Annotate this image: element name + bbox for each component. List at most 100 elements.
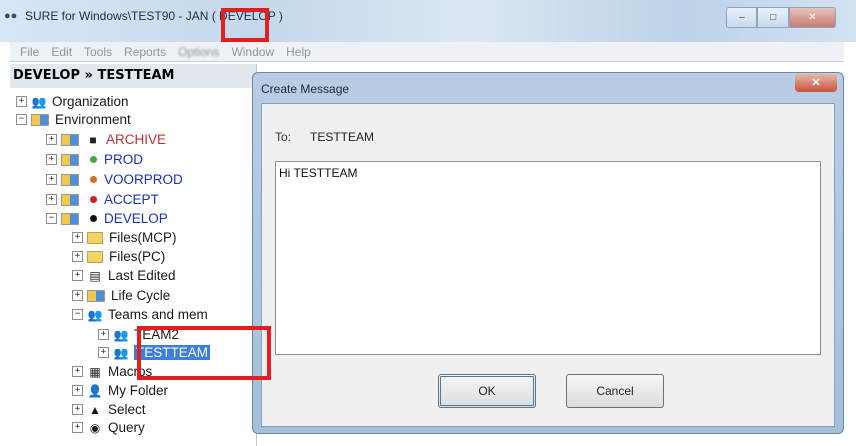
message-textarea[interactable]: Hi TESTTEAM	[275, 161, 821, 355]
expand-icon[interactable]: +	[16, 96, 27, 107]
cancel-button-label: Cancel	[596, 384, 634, 398]
title-bar: ●● SURE for Windows\TEST90 - JAN ( DEVEL…	[0, 0, 856, 42]
environment-icon	[61, 133, 79, 146]
tree-item-label: Teams and mem	[108, 307, 208, 322]
tree-item-label: ACCEPT	[104, 192, 159, 207]
menu-help[interactable]: Help	[286, 45, 311, 59]
expand-icon[interactable]: +	[72, 366, 83, 377]
close-icon: ✕	[808, 12, 817, 23]
tree-item-label: DEVELOP	[104, 211, 168, 226]
dialog-close-button[interactable]: ✕	[795, 74, 837, 92]
lifecycle-icon	[87, 289, 105, 302]
environment-icon	[61, 212, 79, 225]
highlight-box-title	[221, 8, 269, 42]
expand-icon[interactable]: +	[72, 232, 83, 243]
collapse-icon[interactable]: −	[72, 309, 83, 320]
expand-icon[interactable]: +	[72, 251, 83, 262]
create-message-dialog: Create Message ✕ To: TESTTEAM Hi TESTTEA…	[252, 72, 844, 434]
menu-file[interactable]: File	[20, 45, 39, 59]
close-button[interactable]: ✕	[788, 7, 836, 28]
menu-edit[interactable]: Edit	[51, 45, 72, 59]
macro-icon: ▦	[89, 364, 101, 379]
tree-item-label: Environment	[55, 112, 131, 127]
environment-icon	[61, 153, 79, 166]
expand-icon[interactable]: +	[46, 194, 57, 205]
status-dot-icon	[90, 156, 97, 163]
window-controls: – □ ✕	[726, 7, 836, 28]
expand-icon[interactable]: +	[72, 404, 83, 415]
app-icon: ●●	[4, 10, 18, 22]
dialog-title: Create Message	[261, 82, 350, 96]
binoculars-icon: ◉	[89, 420, 101, 435]
tree-item-teams[interactable]: − 👥 Teams and mem	[72, 305, 208, 324]
archive-icon: ■	[89, 132, 97, 147]
tree-item-label: Query	[108, 420, 145, 435]
close-icon: ✕	[811, 77, 821, 89]
folder-icon	[87, 231, 103, 244]
tree-panel: DEVELOP » TESTTEAM + 👥 Organization − En…	[10, 64, 257, 446]
ok-button-label: OK	[478, 384, 496, 398]
tree-item-label: Select	[108, 402, 146, 417]
tree-item-label: My Folder	[108, 383, 169, 398]
menu-bar: File Edit Tools Reports Options Window H…	[10, 42, 844, 62]
document-icon: ▤	[89, 268, 101, 283]
expand-icon[interactable]: +	[72, 385, 83, 396]
cancel-button[interactable]: Cancel	[566, 374, 664, 408]
tree-item-life-cycle[interactable]: + Life Cycle	[72, 286, 170, 305]
environment-icon	[61, 193, 79, 206]
tree-item-label: PROD	[104, 152, 144, 167]
menu-reports[interactable]: Reports	[124, 45, 166, 59]
tree-item-files-pc[interactable]: + Files(PC)	[72, 247, 165, 266]
tree-item-my-folder[interactable]: + 👤 My Folder	[72, 381, 168, 400]
menu-window[interactable]: Window	[231, 45, 274, 59]
tree-item-files-mcp[interactable]: + Files(MCP)	[72, 228, 177, 247]
expand-icon[interactable]: +	[46, 134, 57, 145]
tree-item-last-edited[interactable]: + ▤ Last Edited	[72, 266, 176, 285]
collapse-icon[interactable]: −	[46, 213, 57, 224]
tree-item-voorprod[interactable]: + VOORPROD	[46, 170, 183, 189]
menu-tools[interactable]: Tools	[84, 45, 112, 59]
menu-options[interactable]: Options	[178, 45, 219, 59]
status-dot-icon	[90, 215, 97, 222]
minimize-icon: –	[738, 12, 745, 23]
tree-item-archive[interactable]: + ■ ARCHIVE	[46, 130, 166, 149]
ok-button[interactable]: OK	[438, 374, 536, 408]
tree-item-label: Files(PC)	[109, 249, 166, 264]
highlight-box-testteam	[137, 326, 271, 380]
tree-item-label: Life Cycle	[111, 288, 171, 303]
expand-icon[interactable]: +	[72, 270, 83, 281]
tree-item-label: Last Edited	[108, 268, 176, 283]
collapse-icon[interactable]: −	[16, 114, 27, 125]
status-dot-icon	[90, 176, 97, 183]
expand-icon[interactable]: +	[98, 347, 109, 358]
people-icon: 👥	[113, 327, 129, 342]
maximize-button[interactable]: □	[757, 7, 789, 28]
tree-item-label: Organization	[52, 94, 129, 109]
people-icon: 👥	[87, 307, 103, 322]
people-icon: 👥	[113, 345, 129, 360]
expand-icon[interactable]: +	[72, 290, 83, 301]
tree-item-prod[interactable]: + PROD	[46, 150, 143, 169]
environment-icon	[31, 113, 49, 126]
to-label: To:	[275, 130, 292, 144]
select-icon: ▲	[89, 402, 101, 417]
tree-item-select[interactable]: + ▲ Select	[72, 400, 146, 419]
tree-item-label: VOORPROD	[104, 172, 183, 187]
tree-item-query[interactable]: + ◉ Query	[72, 418, 145, 437]
window-title-main: SURE for Windows\TEST90	[25, 9, 176, 23]
tree-item-develop[interactable]: − DEVELOP	[46, 209, 168, 228]
status-dot-icon	[90, 196, 97, 203]
dialog-body: To: TESTTEAM Hi TESTTEAM OK Cancel	[261, 103, 835, 427]
expand-icon[interactable]: +	[46, 174, 57, 185]
minimize-button[interactable]: –	[726, 7, 758, 28]
tree-item-organization[interactable]: + 👥 Organization	[16, 92, 129, 111]
tree-item-environment[interactable]: − Environment	[16, 110, 131, 129]
user-folder-icon: 👤	[87, 383, 103, 398]
expand-icon[interactable]: +	[46, 154, 57, 165]
people-icon: 👥	[31, 94, 47, 109]
maximize-icon: □	[770, 12, 777, 23]
tree-item-label: ARCHIVE	[106, 132, 167, 147]
expand-icon[interactable]: +	[72, 422, 83, 433]
expand-icon[interactable]: +	[98, 329, 109, 340]
tree-item-accept[interactable]: + ACCEPT	[46, 190, 159, 209]
